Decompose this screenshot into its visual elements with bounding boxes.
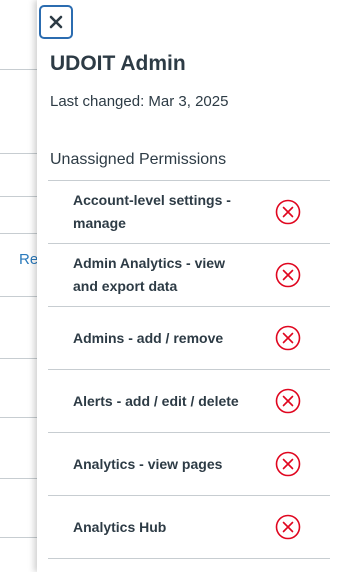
close-icon [49,15,63,29]
permission-label: Admins - add / remove [73,329,224,346]
permission-item: Admins - add / remove [48,307,330,370]
permission-label: Alerts - add / edit / delete [73,392,239,409]
background-divider [0,417,40,418]
permission-label: Admin Analytics - view and export data [73,255,225,294]
permission-label: Analytics - view pages [73,455,223,472]
permission-item: Analytics Hub [48,496,330,559]
x-circle-icon [275,262,301,288]
permission-item: Admin Analytics - view and export data [48,244,330,307]
background-divider [0,296,40,297]
close-button[interactable] [39,5,73,39]
background-divider [0,153,40,154]
background-divider [0,537,40,538]
permission-item: Alerts - add / edit / delete [48,370,330,433]
unassigned-permissions-heading: Unassigned Permissions [50,151,227,168]
background-divider [0,233,40,234]
x-circle-icon [275,514,301,540]
x-circle-icon [275,451,301,477]
background-divider [0,196,40,197]
background-link[interactable]: Re [19,250,38,270]
permission-label: Analytics Hub [73,518,167,535]
x-circle-icon [275,388,301,414]
tray-title: UDOIT Admin [50,52,186,75]
screen: Re UDOIT Admin Last changed: Mar 3, 2025… [0,0,344,572]
x-circle-icon [275,325,301,351]
last-changed-text: Last changed: Mar 3, 2025 [50,93,229,110]
background-divider [0,478,40,479]
permission-label: Account-level settings - manage [73,192,231,231]
permission-item: Account-level settings - manage [48,181,330,244]
background-divider [0,358,40,359]
permission-details-tray: UDOIT Admin Last changed: Mar 3, 2025 Un… [37,0,344,572]
permission-list: Account-level settings - manage Admin An… [48,180,330,559]
permission-item: Analytics - view pages [48,433,330,496]
background-divider [0,69,40,70]
x-circle-icon [275,199,301,225]
